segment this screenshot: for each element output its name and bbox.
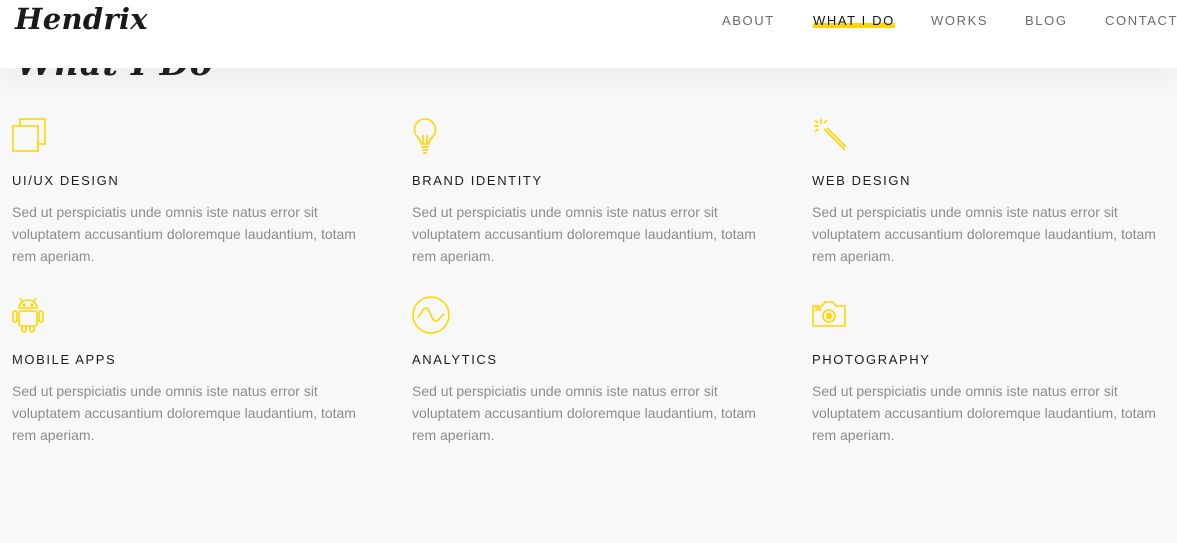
service-description: Sed ut perspiciatis unde omnis iste natu…	[12, 383, 356, 443]
wave-circle-icon	[412, 296, 452, 336]
nav-link-blog[interactable]: BLOG	[1025, 13, 1068, 28]
nav-link-works[interactable]: WORKS	[931, 13, 988, 28]
service-description: Sed ut perspiciatis unde omnis iste natu…	[412, 383, 756, 443]
magic-wand-icon	[812, 117, 852, 157]
service-title: PHOTOGRAPHY	[812, 352, 931, 367]
lightbulb-icon	[412, 117, 452, 157]
service-title: ANALYTICS	[412, 352, 498, 367]
nav-link-label: ABOUT	[722, 13, 775, 28]
site-header: Hendrix ABOUT WHAT I DO WORKS BLOG CONTA…	[0, 0, 1177, 68]
site-logo[interactable]: Hendrix	[15, 2, 148, 36]
camera-icon	[812, 296, 852, 336]
service-title: WEB DESIGN	[812, 173, 912, 188]
nav-link-label: WORKS	[931, 13, 989, 28]
nav-link-about[interactable]: ABOUT	[722, 13, 775, 28]
service-description: Sed ut perspiciatis unde omnis iste natu…	[812, 204, 1156, 264]
nav-link-what-i-do[interactable]: WHAT I DO	[813, 13, 895, 28]
android-icon	[12, 296, 52, 336]
service-description: Sed ut perspiciatis unde omnis iste natu…	[412, 204, 756, 264]
service-title: BRAND IDENTITY	[412, 173, 543, 188]
service-description: Sed ut perspiciatis unde omnis iste natu…	[812, 383, 1156, 443]
service-title: UI/UX DESIGN	[12, 173, 120, 188]
service-description: Sed ut perspiciatis unde omnis iste natu…	[12, 204, 356, 264]
nav-link-label: BLOG	[1025, 13, 1068, 28]
nav-link-contact[interactable]: CONTACT	[1105, 13, 1177, 28]
copy-squares-icon	[12, 117, 52, 157]
nav-link-label: WHAT I DO	[813, 13, 895, 28]
service-title: MOBILE APPS	[12, 352, 117, 367]
nav-link-label: CONTACT	[1105, 13, 1177, 28]
